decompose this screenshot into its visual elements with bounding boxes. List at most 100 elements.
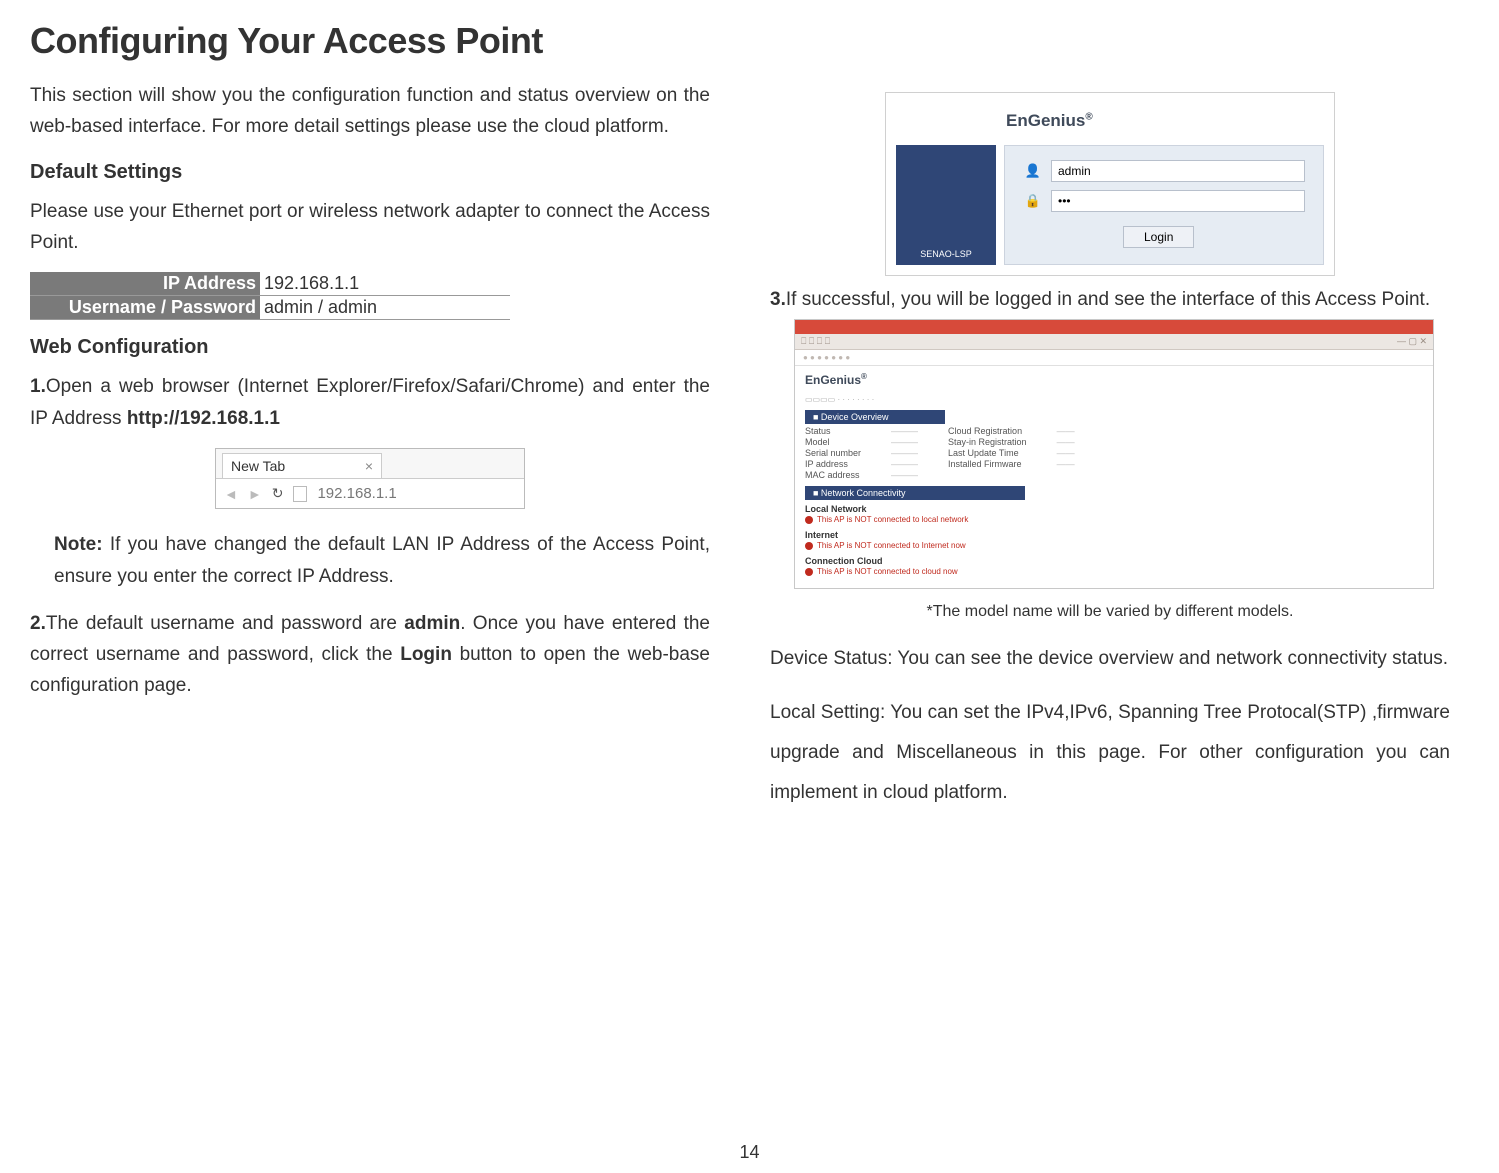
admin-brand: EnGenius® xyxy=(795,366,1433,393)
browser-tab-row: ⎕ ⎕ ⎕ ⎕ — ▢ ✕ xyxy=(795,334,1433,350)
window-controls: — ▢ ✕ xyxy=(1397,336,1427,347)
login-side-label: SENAO-LSP xyxy=(896,145,996,265)
step-1-number: 1. xyxy=(30,376,46,397)
note-label: Note: xyxy=(54,534,103,555)
ov-value: ——— xyxy=(891,470,918,480)
table-row: IP Address 192.168.1.1 xyxy=(30,272,510,296)
address-bar: ◄ ► ↻ 192.168.1.1 xyxy=(216,478,524,508)
tab-placeholder: ⎕ ⎕ ⎕ ⎕ xyxy=(801,336,830,347)
ov-label: Status xyxy=(805,426,861,436)
local-setting-paragraph: Local Setting: You can set the IPv4,IPv6… xyxy=(770,693,1450,813)
ov-label: Cloud Registration xyxy=(948,426,1027,436)
ov-label: Last Update Time xyxy=(948,448,1027,458)
credentials-value: admin / admin xyxy=(260,296,510,320)
lock-icon: 🔒 xyxy=(1023,193,1043,209)
device-overview-header: ■ Device Overview xyxy=(805,410,945,424)
intro-paragraph: This section will show you the configura… xyxy=(30,80,710,143)
username-row: 👤 xyxy=(1023,160,1305,182)
note-text: If you have changed the default LAN IP A… xyxy=(54,534,710,587)
browser-tab-chip: New Tab × xyxy=(222,453,382,478)
ip-address-value: 192.168.1.1 xyxy=(260,272,510,296)
model-name-caption: *The model name will be varied by differ… xyxy=(770,603,1450,621)
local-network-error: This AP is NOT connected to local networ… xyxy=(805,515,1423,524)
step-3: 3.If successful, you will be logged in a… xyxy=(770,284,1450,315)
password-row: 🔒 xyxy=(1023,190,1305,212)
step-2-text-a: The default username and password are xyxy=(46,613,404,634)
credentials-label: Username / Password xyxy=(30,296,260,320)
ov-label: Model xyxy=(805,437,861,447)
note-block: Note: If you have changed the default LA… xyxy=(30,529,710,594)
page-title: Configuring Your Access Point xyxy=(30,20,1469,62)
page-icon xyxy=(293,486,307,502)
device-status-paragraph: Device Status: You can see the device ov… xyxy=(770,639,1450,679)
close-icon: × xyxy=(365,458,373,474)
step-1: 1.Open a web browser (Internet Explorer/… xyxy=(30,371,710,434)
network-connectivity-header: ■ Network Connectivity xyxy=(805,486,1025,500)
internet-error: This AP is NOT connected to Internet now xyxy=(805,541,1423,550)
cloud-error: This AP is NOT connected to cloud now xyxy=(805,567,1423,576)
ov-value: —— xyxy=(1057,448,1075,458)
step-2-login-bold: Login xyxy=(400,644,452,665)
ov-value: —— xyxy=(1057,459,1075,469)
reload-icon: ↻ xyxy=(272,485,284,502)
address-bar-url: 192.168.1.1 xyxy=(317,485,396,502)
ov-label: Stay-in Registration xyxy=(948,437,1027,447)
ov-label: Serial number xyxy=(805,448,861,458)
table-row: Username / Password admin / admin xyxy=(30,296,510,320)
page-number: 14 xyxy=(739,1142,759,1163)
step-3-text: If successful, you will be logged in and… xyxy=(786,289,1430,310)
ov-value: ——— xyxy=(891,459,918,469)
error-text: This AP is NOT connected to cloud now xyxy=(817,567,958,576)
back-icon: ◄ xyxy=(224,486,238,502)
ov-value: ——— xyxy=(891,426,918,436)
window-topbar xyxy=(795,320,1433,334)
local-network-subhead: Local Network xyxy=(805,504,1423,514)
login-form: 👤 🔒 Login xyxy=(1004,145,1324,265)
error-dot-icon xyxy=(805,516,813,524)
toolbar-icons: ● ● ● ● ● ● ● xyxy=(795,350,1433,366)
registered-icon: ® xyxy=(861,372,867,381)
user-icon: 👤 xyxy=(1023,163,1043,179)
admin-brand-text: EnGenius xyxy=(805,373,861,387)
login-button[interactable]: Login xyxy=(1123,226,1194,248)
internet-subhead: Internet xyxy=(805,530,1423,540)
ov-value: ——— xyxy=(891,448,918,458)
ip-address-label: IP Address xyxy=(30,272,260,296)
login-brand: EnGenius® xyxy=(896,103,1324,145)
forward-icon: ► xyxy=(248,486,262,502)
step-1-url-bold: http://192.168.1.1 xyxy=(127,408,280,429)
admin-interface-figure: ⎕ ⎕ ⎕ ⎕ — ▢ ✕ ● ● ● ● ● ● ● EnGenius® ▭▭… xyxy=(794,319,1434,589)
overview-table: Status Model Serial number IP address MA… xyxy=(795,424,1433,486)
browser-tab-figure: New Tab × ◄ ► ↻ 192.168.1.1 xyxy=(215,448,525,509)
error-text: This AP is NOT connected to local networ… xyxy=(817,515,968,524)
error-dot-icon xyxy=(805,568,813,576)
overview-left-labels: Status Model Serial number IP address MA… xyxy=(805,426,861,480)
ov-value: —— xyxy=(1057,437,1075,447)
ov-value: —— xyxy=(1057,426,1075,436)
error-text: This AP is NOT connected to Internet now xyxy=(817,541,966,550)
left-column: This section will show you the configura… xyxy=(30,80,710,827)
ov-value: ——— xyxy=(891,437,918,447)
step-2-admin-bold: admin xyxy=(404,613,460,634)
brand-text: EnGenius xyxy=(1006,111,1085,130)
web-config-heading: Web Configuration xyxy=(30,336,710,359)
tab-label: New Tab xyxy=(231,458,285,474)
password-input[interactable] xyxy=(1051,190,1305,212)
step-2-number: 2. xyxy=(30,613,46,634)
login-panel-row: SENAO-LSP 👤 🔒 Login xyxy=(896,145,1324,265)
username-input[interactable] xyxy=(1051,160,1305,182)
default-settings-heading: Default Settings xyxy=(30,161,710,184)
login-figure: EnGenius® SENAO-LSP 👤 🔒 Login xyxy=(885,92,1335,276)
error-dot-icon xyxy=(805,542,813,550)
default-settings-table: IP Address 192.168.1.1 Username / Passwo… xyxy=(30,272,510,320)
step-2: 2.The default username and password are … xyxy=(30,608,710,702)
overview-right-labels: Cloud Registration Stay-in Registration … xyxy=(948,426,1027,480)
cloud-subhead: Connection Cloud xyxy=(805,556,1423,566)
ov-label: MAC address xyxy=(805,470,861,480)
overview-left-values: ——— ——— ——— ——— ——— xyxy=(891,426,918,480)
ov-label: Installed Firmware xyxy=(948,459,1027,469)
registered-icon: ® xyxy=(1085,111,1092,122)
step-3-number: 3. xyxy=(770,289,786,310)
right-column: EnGenius® SENAO-LSP 👤 🔒 Login xyxy=(770,80,1450,827)
default-settings-text: Please use your Ethernet port or wireles… xyxy=(30,196,710,259)
